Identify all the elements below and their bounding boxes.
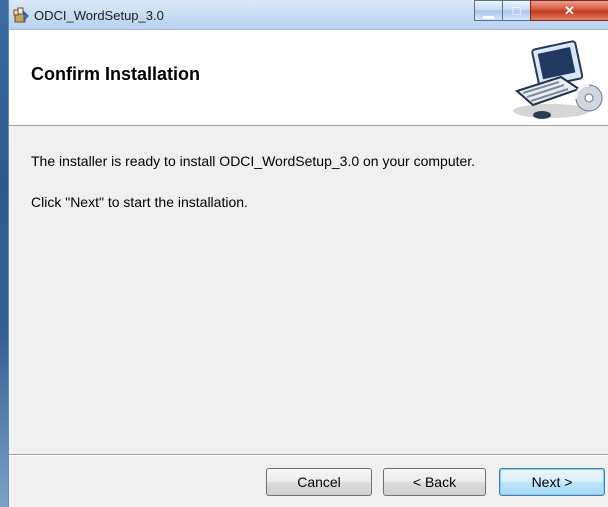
title-bar[interactable]: ODCI_WordSetup_3.0 ▁ □ ✕ — [9, 0, 608, 30]
window-controls: ▁ □ ✕ — [474, 0, 608, 22]
cancel-button[interactable]: Cancel — [266, 468, 372, 496]
close-button[interactable]: ✕ — [530, 0, 608, 21]
installer-header: Confirm Installation — [9, 30, 608, 126]
maximize-button[interactable]: □ — [502, 0, 530, 21]
installer-window: ODCI_WordSetup_3.0 ▁ □ ✕ Confirm Install… — [8, 0, 608, 507]
page-title: Confirm Installation — [31, 64, 201, 84]
maximize-icon: □ — [512, 3, 521, 18]
installer-content: The installer is ready to install ODCI_W… — [9, 126, 608, 454]
left-window-border — [0, 0, 8, 507]
close-icon: ✕ — [564, 2, 575, 18]
back-button[interactable]: < Back — [383, 468, 486, 496]
minimize-icon: ▁ — [483, 2, 494, 18]
installer-app-icon — [12, 6, 30, 24]
window-title: ODCI_WordSetup_3.0 — [34, 8, 164, 23]
computer-setup-icon — [507, 33, 608, 121]
next-instruction: Click "Next" to start the installation. — [31, 194, 248, 210]
minimize-button[interactable]: ▁ — [474, 0, 502, 21]
ready-message: The installer is ready to install ODCI_W… — [31, 153, 476, 169]
next-button[interactable]: Next > — [499, 468, 605, 496]
installer-footer: Cancel < Back Next > — [9, 456, 608, 507]
